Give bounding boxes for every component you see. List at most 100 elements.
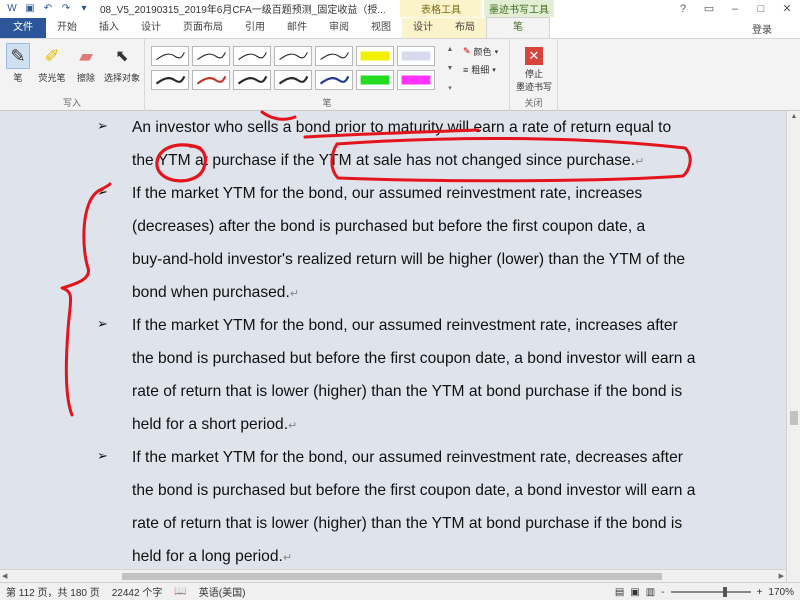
tab-design[interactable]: 设计 — [130, 18, 172, 38]
scroll-up-icon[interactable]: ▲ — [447, 46, 454, 53]
pen-style-swatch[interactable] — [274, 70, 312, 90]
pen-thickness-dropdown[interactable]: ≡ 粗细 ▾ — [463, 63, 496, 76]
paragraph-line: the bond is purchased but before the fir… — [132, 350, 696, 367]
pen-style-swatch[interactable] — [233, 46, 271, 66]
zoom-slider[interactable] — [670, 587, 751, 597]
tab-view[interactable]: 视图 — [360, 18, 402, 38]
bullet-1: ➢ — [97, 118, 108, 133]
save-icon[interactable]: ▣ — [24, 3, 36, 15]
quick-access-toolbar: W ▣ ↶ ↷ ▾ — [0, 3, 90, 15]
zoom-level[interactable]: 170% — [768, 587, 794, 598]
zoom-in-button[interactable]: + — [757, 587, 763, 598]
tab-table-layout[interactable]: 布局 — [444, 18, 486, 38]
document-title: 08_V5_20190315_2019年6月CFA一级百题预测_固定收益（授..… — [100, 5, 386, 16]
zoom-slider-knob[interactable] — [722, 587, 727, 597]
paragraph-mark: ↵ — [635, 156, 645, 168]
pen-style-swatch[interactable] — [151, 70, 189, 90]
horizontal-scroll-thumb[interactable] — [122, 573, 662, 580]
word-app-icon[interactable]: W — [6, 3, 18, 15]
paragraph-line: An investor who sells a bond prior to ma… — [132, 119, 672, 136]
select-objects-tool[interactable]: ⬉ 选择对象 — [101, 43, 143, 84]
thickness-icon: ≡ — [463, 64, 469, 75]
view-controls: ▤ ▣ ▥ - + 170% — [615, 583, 794, 600]
pen-style-swatch[interactable] — [397, 46, 435, 66]
paragraph-line: rate of return that is lower (higher) th… — [132, 383, 683, 400]
highlighter-tool[interactable]: ✐ 荧光笔 — [36, 43, 68, 84]
eraser-tool[interactable]: ▰ 擦除 — [71, 43, 101, 84]
table-tools-context-label: 表格工具 — [400, 0, 482, 17]
pen-style-swatch[interactable] — [356, 70, 394, 90]
paragraph-line: (decreases) after the bond is purchased … — [132, 218, 646, 235]
paragraph-mark: ↵ — [289, 288, 300, 300]
ribbon-display-icon[interactable]: ▭ — [696, 0, 722, 17]
gallery-more-icon[interactable]: ▾ — [448, 84, 452, 92]
pen-style-swatch[interactable] — [192, 70, 230, 90]
ink-tools-context-label: 墨迹书写工具 — [484, 0, 554, 17]
bullet-4: ➢ — [97, 448, 108, 463]
window-controls: ? ▭ – □ ✕ — [670, 0, 800, 17]
scroll-down-icon[interactable]: ▼ — [447, 65, 454, 72]
help-icon[interactable]: ? — [670, 0, 696, 17]
paragraph-line: rate of return that is lower (higher) th… — [132, 515, 683, 532]
paragraph-2[interactable]: If the market YTM for the bond, our assu… — [132, 177, 762, 311]
tab-insert[interactable]: 插入 — [88, 18, 130, 38]
paragraph-line: the YTM at purchase if the YTM at sale h… — [132, 152, 645, 169]
tab-page-layout[interactable]: 页面布局 — [172, 18, 234, 38]
read-mode-icon[interactable]: ▤ — [615, 587, 624, 598]
paragraph-line: bond when purchased.↵ — [132, 284, 300, 301]
minimize-icon[interactable]: – — [722, 0, 748, 17]
paragraph-line: If the market YTM for the bond, our assu… — [132, 317, 678, 334]
chevron-down-icon: ▾ — [492, 66, 496, 74]
pens-group: ▲ ▼ ▾ ✎ 颜色 ▾ ≡ 粗细 ▾ 笔 — [145, 39, 510, 111]
tab-table-design[interactable]: 设计 — [402, 18, 444, 38]
pen-tool[interactable]: ✎ 笔 — [3, 43, 33, 84]
pen-style-swatch[interactable] — [315, 70, 353, 90]
vertical-scrollbar[interactable]: ▲ — [786, 111, 800, 582]
tab-pens[interactable]: 笔 — [486, 17, 550, 38]
vertical-scroll-thumb[interactable] — [790, 411, 798, 425]
paragraph-mark: ↵ — [282, 552, 293, 564]
pen-style-swatch[interactable] — [233, 70, 271, 90]
proofing-icon[interactable]: 📖 — [168, 586, 192, 597]
pen-gallery-scroll[interactable]: ▲ ▼ ▾ — [445, 46, 455, 92]
paragraph-3[interactable]: If the market YTM for the bond, our assu… — [132, 309, 762, 443]
cursor-arrow-icon: ⬉ — [115, 48, 129, 65]
word-count[interactable]: 22442 个字 — [106, 584, 169, 599]
pen-style-swatch[interactable] — [397, 70, 435, 90]
pen-style-swatch[interactable] — [274, 46, 312, 66]
horizontal-scrollbar[interactable]: ◀ ▶ — [0, 569, 786, 582]
tab-mailings[interactable]: 邮件 — [276, 18, 318, 38]
pen-icon: ✎ — [6, 43, 30, 69]
tab-file[interactable]: 文件 — [0, 18, 46, 38]
close-icon[interactable]: ✕ — [774, 0, 800, 17]
customize-qat-icon[interactable]: ▾ — [78, 3, 90, 15]
close-group: ✕ 停止 墨迹书写 关闭 — [510, 39, 558, 111]
pen-style-swatch[interactable] — [315, 46, 353, 66]
web-layout-icon[interactable]: ▥ — [646, 587, 655, 598]
tab-review[interactable]: 审阅 — [318, 18, 360, 38]
print-layout-icon[interactable]: ▣ — [630, 587, 639, 598]
zoom-out-button[interactable]: - — [661, 587, 664, 598]
language-indicator[interactable]: 英语(美国) — [193, 584, 252, 599]
paragraph-line: If the market YTM for the bond, our assu… — [132, 449, 683, 466]
undo-icon[interactable]: ↶ — [42, 3, 54, 15]
redo-icon[interactable]: ↷ — [60, 3, 72, 15]
page-count[interactable]: 第 112 页，共 180 页 — [0, 584, 106, 599]
paragraph-1[interactable]: An investor who sells a bond prior to ma… — [132, 111, 762, 179]
sign-in-link[interactable]: 登录 — [752, 21, 772, 36]
pen-gallery — [151, 46, 441, 94]
stop-inking-button[interactable]: ✕ 停止 墨迹书写 — [516, 43, 552, 93]
tab-references[interactable]: 引用 — [234, 18, 276, 38]
pen-color-dropdown[interactable]: ✎ 颜色 ▾ — [463, 45, 498, 58]
close-x-icon: ✕ — [525, 47, 543, 65]
document-canvas[interactable]: ➢ An investor who sells a bond prior to … — [0, 111, 786, 582]
maximize-icon[interactable]: □ — [748, 0, 774, 17]
tab-home[interactable]: 开始 — [46, 18, 88, 38]
pen-style-swatch[interactable] — [192, 46, 230, 66]
paragraph-4[interactable]: If the market YTM for the bond, our assu… — [132, 441, 762, 575]
chevron-down-icon: ▾ — [494, 48, 499, 56]
pen-style-swatch[interactable] — [151, 46, 189, 66]
paragraph-line: If the market YTM for the bond, our assu… — [132, 185, 643, 202]
scroll-up-arrow-icon[interactable]: ▲ — [787, 111, 800, 123]
pen-style-swatch[interactable] — [356, 46, 394, 66]
